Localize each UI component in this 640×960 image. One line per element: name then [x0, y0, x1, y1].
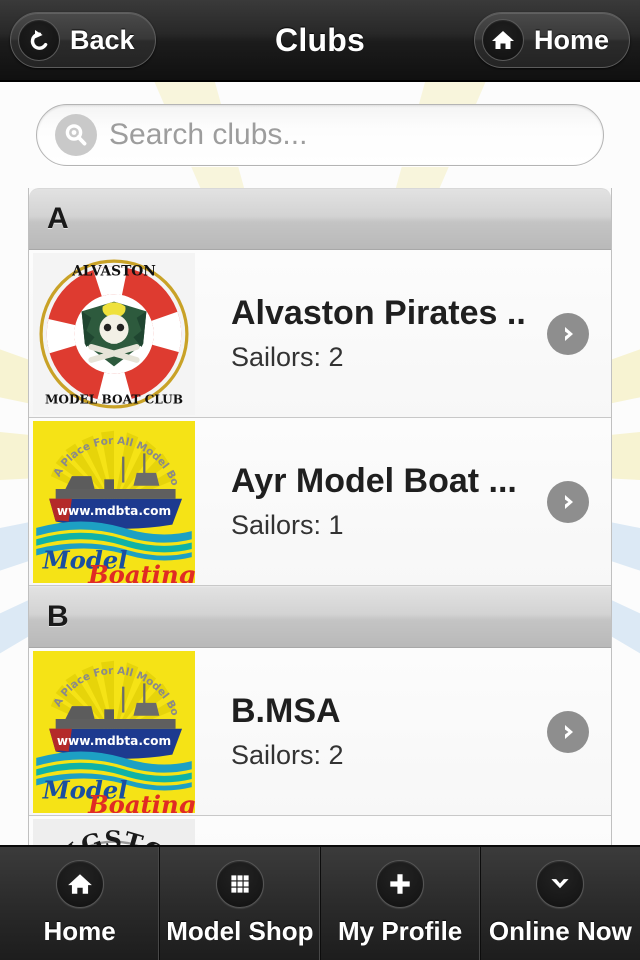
- row-disclosure[interactable]: [525, 816, 611, 845]
- club-sailors: Sailors: 2: [231, 341, 344, 372]
- model-boating-logo: www.mdbta.com Model Boating A Place For …: [33, 651, 195, 813]
- tab-model-shop-label: Model Shop: [166, 916, 314, 946]
- table-row[interactable]: www.mdbta.com Model Boating A Place For …: [29, 648, 611, 816]
- search-box[interactable]: [36, 104, 604, 166]
- row-text: Ayr Model Boat ... Sailors: 1: [195, 418, 525, 585]
- clubs-list[interactable]: A ALVASTON MODEL BOAT CLUB Alvaston Pira…: [28, 188, 612, 845]
- house-icon: [481, 19, 524, 61]
- table-row[interactable]: www.mdbta.com Model Boating A Place For …: [29, 418, 611, 586]
- search-area: [0, 82, 640, 188]
- section-header-b: B: [29, 586, 611, 648]
- app-header: Back Clubs Home: [0, 0, 640, 82]
- svg-text:www.mdbta.com: www.mdbta.com: [57, 734, 171, 748]
- alvaston-pirates-lifering-logo: ALVASTON MODEL BOAT CLUB: [33, 253, 195, 415]
- tab-my-profile-label: My Profile: [338, 916, 463, 946]
- svg-text:MODEL BOAT CLUB: MODEL BOAT CLUB: [45, 393, 183, 407]
- svg-text:www.mdbta.com: www.mdbta.com: [57, 504, 171, 518]
- tab-model-shop[interactable]: Model Shop: [160, 847, 321, 960]
- bottom-tab-bar: Home Model Shop My Profile Online Now: [0, 845, 640, 960]
- club-name: Alvaston Pirates ...: [231, 294, 525, 333]
- chevron-right-icon: [547, 480, 589, 523]
- tab-online-now[interactable]: Online Now: [481, 847, 640, 960]
- row-text: [195, 816, 525, 845]
- tab-online-now-label: Online Now: [488, 916, 632, 946]
- plus-icon: [376, 860, 425, 908]
- club-sailors: Sailors: 2: [231, 739, 344, 770]
- tab-home-label: Home: [43, 916, 116, 946]
- club-sailors: Sailors: 1: [231, 509, 344, 540]
- chevron-right-icon: [547, 710, 589, 753]
- row-disclosure[interactable]: [525, 418, 611, 585]
- search-input[interactable]: [109, 118, 585, 152]
- chevron-down-icon: [536, 860, 585, 908]
- svg-text:Boating: Boating: [87, 790, 195, 813]
- section-header-a: A: [29, 188, 611, 250]
- tab-my-profile[interactable]: My Profile: [321, 847, 481, 960]
- row-text: Alvaston Pirates ... Sailors: 2: [195, 250, 525, 417]
- svg-text:ALVASTON: ALVASTON: [71, 264, 156, 280]
- grid-icon: [215, 860, 264, 908]
- club-name: Ayr Model Boat ...: [231, 462, 517, 501]
- club-name: B.MSA: [231, 692, 341, 731]
- table-row[interactable]: ALVASTON MODEL BOAT CLUB Alvaston Pirate…: [29, 250, 611, 418]
- app-root: Back Clubs Home A: [0, 0, 640, 960]
- tab-home[interactable]: Home: [0, 847, 161, 960]
- row-disclosure[interactable]: [525, 250, 611, 417]
- svg-text:Boating: Boating: [87, 560, 195, 583]
- table-row[interactable]: KINGSTON: [29, 816, 611, 845]
- chevron-right-icon: [547, 312, 589, 355]
- row-disclosure[interactable]: [525, 648, 611, 815]
- house-icon: [55, 860, 104, 908]
- header-home-label: Home: [533, 24, 609, 55]
- search-icon: [55, 114, 97, 156]
- model-boating-logo: www.mdbta.com Model Boating A Place For …: [33, 421, 195, 583]
- row-text: B.MSA Sailors: 2: [195, 648, 525, 815]
- kingston-circular-logo: KINGSTON: [33, 819, 195, 845]
- header-home-button[interactable]: Home: [473, 12, 630, 68]
